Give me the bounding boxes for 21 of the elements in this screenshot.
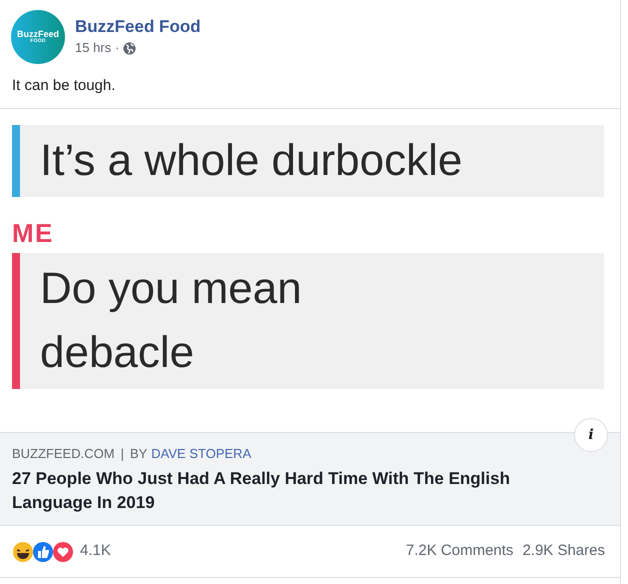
haha-reaction-icon[interactable] [12, 540, 34, 562]
page-name[interactable]: BuzzFeed Food [75, 16, 201, 38]
shares-count[interactable]: 2.9K Shares [522, 540, 605, 563]
chat-message-text: Do you mean [40, 263, 302, 315]
comments-count[interactable]: 7.2K Comments [406, 540, 514, 563]
chat-message-text: It’s a whole durbockle [40, 135, 462, 187]
love-reaction-icon[interactable] [52, 540, 74, 562]
globe-icon [123, 42, 136, 54]
author-link[interactable]: DAVE STOPERA [151, 445, 252, 463]
avatar-logo-text: BuzzFeed [16, 30, 59, 39]
post-time[interactable]: 15 hrs [75, 38, 112, 58]
chat-sender: ME [12, 219, 55, 247]
separator-dot: · [115, 39, 120, 58]
link-title[interactable]: 27 People Who Just Had A Really Hard Time With The English Language In 2019 [12, 467, 580, 515]
like-reaction-icon[interactable] [32, 540, 54, 562]
chat-message-text: debacle [40, 327, 196, 379]
post-text: It can be tough. [11, 76, 116, 96]
link-domain: BUZZFEED.COM [12, 445, 115, 463]
author-by: BY [130, 445, 148, 463]
meta-divider: | [120, 445, 124, 463]
reaction-count[interactable]: 4.1K [80, 540, 111, 563]
